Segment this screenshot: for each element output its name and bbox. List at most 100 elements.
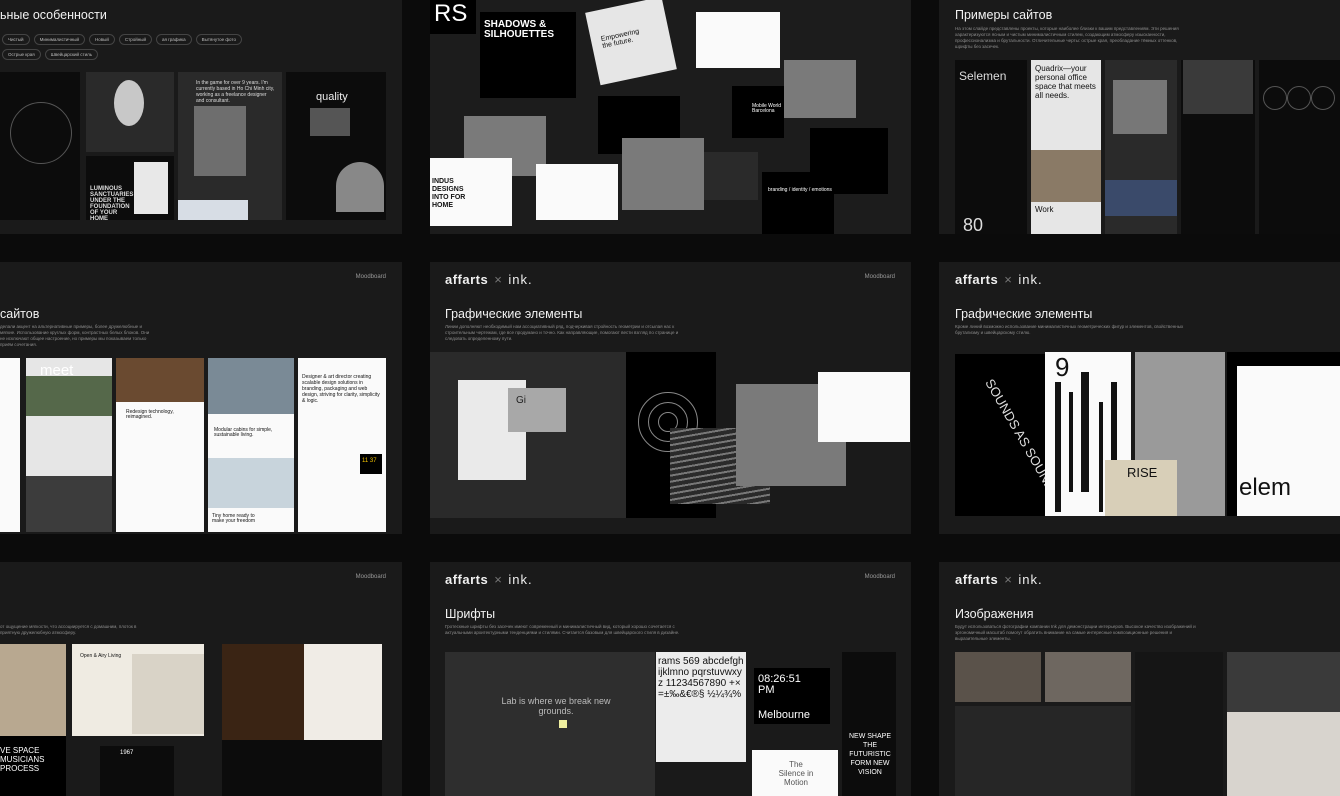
slide-images[interactable]: affarts × ink. Изображения Будут использов…: [939, 562, 1340, 796]
artwork-headline: SHADOWS & SILHOUETTES: [484, 19, 555, 40]
slide-graphic-elements[interactable]: affarts × ink. Moodboard Графические элеме…: [430, 262, 911, 534]
moodboard-label: Moodboard: [355, 274, 386, 280]
font-sample: The Silence in Motion: [752, 750, 838, 796]
artwork-text: VE SPACE MUSICIANS PROCESS: [0, 746, 45, 773]
stripe: [1111, 382, 1117, 472]
interior-photo: [1227, 652, 1340, 796]
brand-suffix: ink.: [508, 272, 533, 287]
interior-photo: [1135, 652, 1223, 796]
slide-title: Графические элементы: [955, 307, 1093, 321]
graphic-collage: elem: [1227, 352, 1340, 516]
brand-suffix: ink.: [1018, 572, 1043, 587]
artwork-text: Tiny home ready to make your freedom: [212, 513, 256, 524]
moodboard-image: [622, 138, 704, 210]
tag: Минималистичный: [33, 34, 85, 45]
tag: Чистый: [2, 34, 30, 45]
artwork-text: Mobile World Barcelona: [752, 103, 782, 114]
stripe: [1099, 402, 1103, 512]
artwork-text: RISE: [1127, 465, 1158, 480]
artwork-heading: quality: [316, 91, 348, 103]
brand-name: affarts: [445, 572, 489, 587]
artwork-text: INDUS DESIGNS INTO FOR HOME: [432, 178, 466, 209]
font-sample-text: NEW SHAPE THE FUTURISTIC FORM NEW VISION: [848, 733, 891, 776]
artwork-text: Open & Airy Living: [80, 653, 122, 659]
brand-logo: affarts × ink.: [955, 272, 1043, 287]
slide-title: Шрифты: [445, 607, 496, 621]
moodboard-image: [86, 72, 174, 152]
website-preview: [1259, 60, 1340, 234]
slide-description: Линии дополняют необходимый нам ассоциат…: [445, 324, 679, 341]
moodboard-image: Open & Airy Living: [72, 644, 204, 736]
interior-photo: [1045, 652, 1131, 702]
artwork-text: LUMINOUS SANCTUARIES UNDER THE FOUNDATIO…: [90, 186, 134, 220]
moodboard-image: INDUS DESIGNS INTO FOR HOME: [430, 158, 512, 226]
website-preview: Selemen 80: [955, 60, 1027, 234]
slide-title: Примеры сайтов: [955, 8, 1053, 22]
website-preview: [0, 358, 20, 532]
moodboard-image: 1967: [100, 746, 174, 796]
tag-list: Чистый Минималистичный Новый Стройный ая…: [2, 34, 252, 60]
clock-time: 08:26:51 PM: [758, 673, 801, 696]
font-sample: NEW SHAPE THE FUTURISTIC FORM NEW VISION: [842, 652, 896, 796]
graphic-collage: SOUNDS AS SOUNDS: [955, 354, 1045, 516]
tag: Острые края: [2, 49, 41, 60]
moodboard-image: [536, 164, 618, 220]
graphic-collage: [818, 372, 910, 442]
artwork-text: Quadrix—your personal office space that …: [1035, 64, 1096, 100]
slide-fonts[interactable]: affarts × ink. Moodboard Шрифты Гротескные…: [430, 562, 911, 796]
interior-photo: [955, 652, 1041, 702]
slide-website-examples[interactable]: Примеры сайтов На этом слайде представле…: [939, 0, 1340, 234]
slide-graphic-elements-2[interactable]: affarts × ink. Графические элементы Кроме …: [939, 262, 1340, 534]
moodboard-image: SHADOWS & SILHOUETTES: [480, 12, 576, 98]
artwork-text: Empowering the future.: [600, 28, 640, 50]
font-sample: Lab is where we break new grounds.: [445, 652, 655, 796]
moodboard-label: Moodboard: [355, 574, 386, 580]
moodboard-image: Mobile World Barcelona: [732, 86, 784, 138]
clock-card: 08:26:51 PM Melbourne: [754, 668, 830, 724]
artwork-number: 9: [1055, 352, 1070, 382]
artwork-tile: elem: [1237, 366, 1340, 516]
moodboard-image: quality: [286, 72, 386, 220]
moodboard-image: RS: [430, 0, 476, 34]
moodboard-image: Empowering the future.: [585, 0, 677, 86]
graphic-collage: RISE: [1105, 460, 1177, 516]
moodboard-image: In the game for over 9 years. I'm curren…: [178, 72, 282, 220]
moodboard-label: Moodboard: [864, 574, 895, 580]
artwork-tile: 11 37: [360, 454, 382, 474]
website-preview: [1105, 60, 1177, 234]
moodboard-image: LUMINOUS SANCTUARIES UNDER THE FOUNDATIO…: [86, 156, 174, 220]
brand-suffix: ink.: [508, 572, 533, 587]
artwork-text: Modular cabins for simple, sustainable l…: [214, 427, 273, 438]
artwork-tile: VE SPACE MUSICIANS PROCESS: [0, 736, 66, 796]
artwork-number: 80: [963, 215, 984, 234]
tag: ая графика: [155, 34, 192, 45]
tag: Новый: [88, 34, 115, 45]
brand-logo: affarts × ink.: [445, 272, 533, 287]
slide-title: Графические элементы: [445, 307, 583, 321]
website-preview: Redesign technology, reimagined.: [116, 358, 204, 532]
website-preview: [1181, 60, 1255, 234]
slide-soft-mood[interactable]: Moodboard от ощущение мягкости, что ассо…: [0, 562, 402, 796]
circle-graphic: [1311, 86, 1335, 110]
brand-logo: affarts × ink.: [955, 572, 1043, 587]
artwork-text: elem: [1239, 474, 1292, 501]
artwork-text: In the game for over 9 years. I'm curren…: [196, 80, 275, 104]
font-sample-text: The Silence in Motion: [778, 760, 814, 787]
slide-description: Кроме линий возможно использование миним…: [955, 324, 1184, 335]
slide-visual-features[interactable]: ьные особенности Чистый Минималистичный …: [0, 0, 402, 234]
artwork-text: branding / identity / emotions: [768, 187, 832, 193]
website-preview: Designer & art director creating scalabl…: [298, 358, 386, 532]
graphic-collage: Gi: [430, 352, 626, 518]
artwork-text: SOUNDS AS SOUNDS: [982, 376, 1045, 501]
tag: Вытянутое фото: [195, 34, 242, 45]
slide-moodboard-collage[interactable]: RS SHADOWS & SILHOUETTES Empowering the …: [430, 0, 911, 234]
artwork-letters: Gi: [516, 395, 526, 406]
slide-website-examples-alt[interactable]: Moodboard сайтов делали акцент на альтер…: [0, 262, 402, 534]
slide-description: На этом слайде представлены проекты, кот…: [955, 26, 1179, 49]
artwork-number: 11 37: [362, 458, 377, 464]
moodboard-image: branding / identity / emotions: [762, 172, 834, 234]
font-sample-text: Lab is where we break new grounds.: [501, 696, 611, 716]
brand-logo: affarts × ink.: [445, 572, 533, 587]
stripe: [1069, 392, 1073, 492]
slide-description: Будут использоваться фотографии компании…: [955, 624, 1196, 641]
